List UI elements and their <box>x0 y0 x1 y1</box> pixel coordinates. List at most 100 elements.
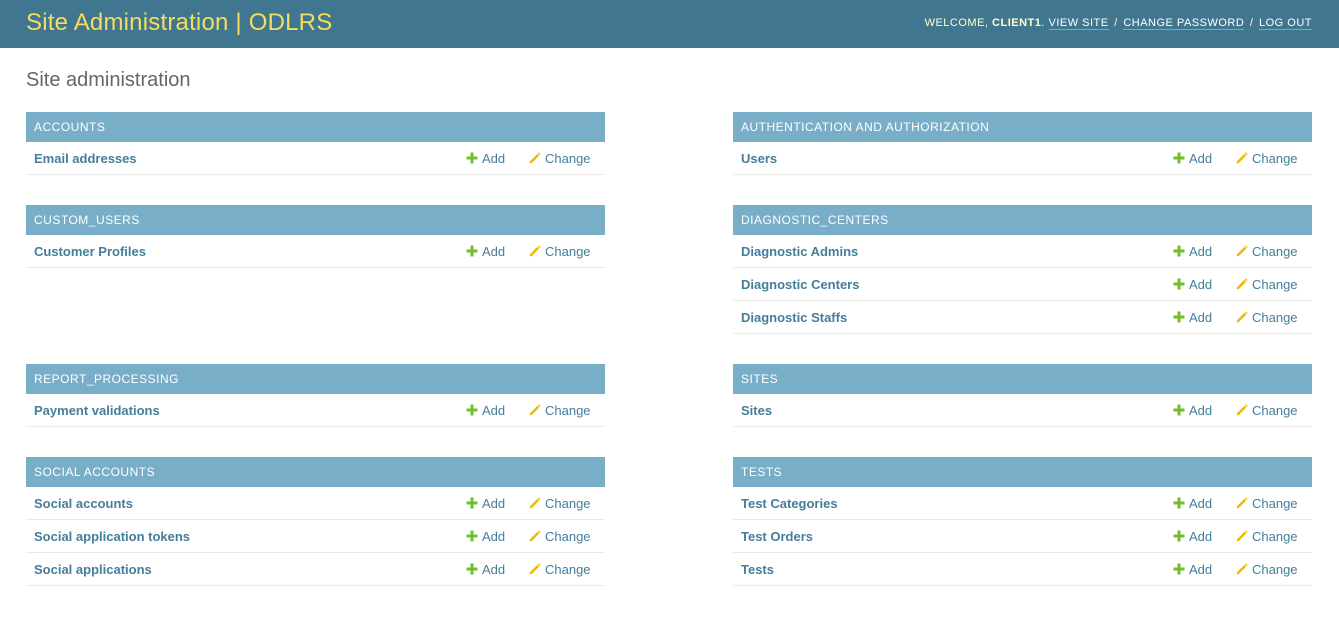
add-link[interactable]: Add <box>1173 403 1212 419</box>
log-out-link[interactable]: LOG OUT <box>1258 17 1312 30</box>
model-link[interactable]: Test Categories <box>741 496 838 512</box>
plus-icon <box>1173 530 1185 542</box>
change-label: Change <box>1252 310 1298 325</box>
change-link[interactable]: Change <box>1236 151 1298 167</box>
change-link[interactable]: Change <box>529 403 591 419</box>
module-diagnostic-centers: DIAGNOSTIC_CENTERS Diagnostic Admins Add Ch… <box>733 205 1312 334</box>
model-link[interactable]: Diagnostic Centers <box>741 277 859 293</box>
change-link[interactable]: Change <box>1236 244 1298 260</box>
change-link[interactable]: Change <box>529 562 591 578</box>
plus-icon <box>1173 404 1185 416</box>
change-label: Change <box>1252 244 1298 259</box>
module-accounts: ACCOUNTS Email addresses Add Change <box>26 112 605 175</box>
add-link[interactable]: Add <box>1173 562 1212 578</box>
plus-icon <box>1173 497 1185 509</box>
model-link[interactable]: Social applications <box>34 562 152 578</box>
change-label: Change <box>545 403 591 418</box>
plus-icon <box>466 152 478 164</box>
add-link[interactable]: Add <box>466 562 505 578</box>
model-link[interactable]: Sites <box>741 403 772 419</box>
change-link[interactable]: Change <box>529 151 591 167</box>
add-label: Add <box>482 496 506 511</box>
change-label: Change <box>1252 151 1298 166</box>
model-row: Social applications Add Change <box>26 553 605 586</box>
model-link[interactable]: Social application tokens <box>34 529 190 545</box>
add-link[interactable]: Add <box>1173 310 1212 326</box>
module-caption[interactable]: CUSTOM_USERS <box>26 205 605 235</box>
change-label: Change <box>545 562 591 577</box>
plus-icon <box>1173 563 1185 575</box>
model-row: Tests Add Change <box>733 553 1312 586</box>
pencil-icon <box>1236 152 1248 164</box>
module-caption[interactable]: DIAGNOSTIC_CENTERS <box>733 205 1312 235</box>
add-label: Add <box>482 403 506 418</box>
add-link[interactable]: Add <box>1173 151 1212 167</box>
add-link[interactable]: Add <box>1173 529 1212 545</box>
module-caption[interactable]: REPORT_PROCESSING <box>26 364 605 394</box>
model-link[interactable]: Email addresses <box>34 151 137 167</box>
module-authentication-and-authorization: AUTHENTICATION AND AUTHORIZATION Users Add… <box>733 112 1312 175</box>
add-label: Add <box>1189 562 1213 577</box>
change-label: Change <box>1252 529 1298 544</box>
model-link[interactable]: Customer Profiles <box>34 244 146 260</box>
change-link[interactable]: Change <box>1236 562 1298 578</box>
module-custom-users: CUSTOM_USERS Customer Profiles Add Change <box>26 205 605 268</box>
add-link[interactable]: Add <box>466 244 505 260</box>
separator: / <box>1114 17 1118 29</box>
add-link[interactable]: Add <box>466 403 505 419</box>
change-link[interactable]: Change <box>1236 277 1298 293</box>
pencil-icon <box>1236 497 1248 509</box>
change-link[interactable]: Change <box>1236 403 1298 419</box>
add-link[interactable]: Add <box>1173 496 1212 512</box>
add-link[interactable]: Add <box>1173 244 1212 260</box>
view-site-link[interactable]: VIEW SITE <box>1048 17 1109 30</box>
change-label: Change <box>545 529 591 544</box>
plus-icon <box>466 497 478 509</box>
model-link[interactable]: Payment validations <box>34 403 160 419</box>
change-label: Change <box>545 151 591 166</box>
module-caption[interactable]: SOCIAL ACCOUNTS <box>26 457 605 487</box>
change-link[interactable]: Change <box>1236 529 1298 545</box>
separator: / <box>1249 17 1254 29</box>
model-link[interactable]: Tests <box>741 562 774 578</box>
module-caption[interactable]: TESTS <box>733 457 1312 487</box>
model-link[interactable]: Users <box>741 151 777 167</box>
change-link[interactable]: Change <box>1236 496 1298 512</box>
change-link[interactable]: Change <box>529 244 591 260</box>
add-link[interactable]: Add <box>466 496 505 512</box>
model-row: Email addresses Add Change <box>26 142 605 175</box>
pencil-icon <box>529 245 541 257</box>
model-row: Customer Profiles Add Change <box>26 235 605 268</box>
model-row: Sites Add Change <box>733 394 1312 427</box>
change-link[interactable]: Change <box>529 496 591 512</box>
model-link[interactable]: Diagnostic Admins <box>741 244 858 260</box>
add-label: Add <box>482 244 506 259</box>
welcome-prefix: WELCOME, <box>924 17 989 29</box>
add-link[interactable]: Add <box>466 529 505 545</box>
header: Site Administration | ODLRS WELCOME, CLI… <box>0 0 1339 48</box>
page-title: Site administration <box>26 69 191 91</box>
model-link[interactable]: Diagnostic Staffs <box>741 310 847 326</box>
plus-icon <box>1173 278 1185 290</box>
model-row: Diagnostic Staffs Add Change <box>733 301 1312 334</box>
change-password-link[interactable]: CHANGE PASSWORD <box>1123 17 1245 30</box>
module-caption[interactable]: ACCOUNTS <box>26 112 605 142</box>
module-caption[interactable]: AUTHENTICATION AND AUTHORIZATION <box>733 112 1312 142</box>
module-caption[interactable]: SITES <box>733 364 1312 394</box>
pencil-icon <box>1236 278 1248 290</box>
add-link[interactable]: Add <box>466 151 505 167</box>
plus-icon <box>466 530 478 542</box>
add-label: Add <box>1189 529 1213 544</box>
change-link[interactable]: Change <box>1236 310 1298 326</box>
plus-icon <box>466 245 478 257</box>
add-label: Add <box>1189 403 1213 418</box>
add-link[interactable]: Add <box>1173 277 1212 293</box>
pencil-icon <box>529 404 541 416</box>
model-link[interactable]: Test Orders <box>741 529 813 545</box>
model-row: Users Add Change <box>733 142 1312 175</box>
module-report-processing: REPORT_PROCESSING Payment validations Add C… <box>26 364 605 427</box>
change-link[interactable]: Change <box>529 529 591 545</box>
add-label: Add <box>1189 277 1213 292</box>
site-title-link[interactable]: Site Administration | ODLRS <box>26 9 332 37</box>
model-link[interactable]: Social accounts <box>34 496 133 512</box>
